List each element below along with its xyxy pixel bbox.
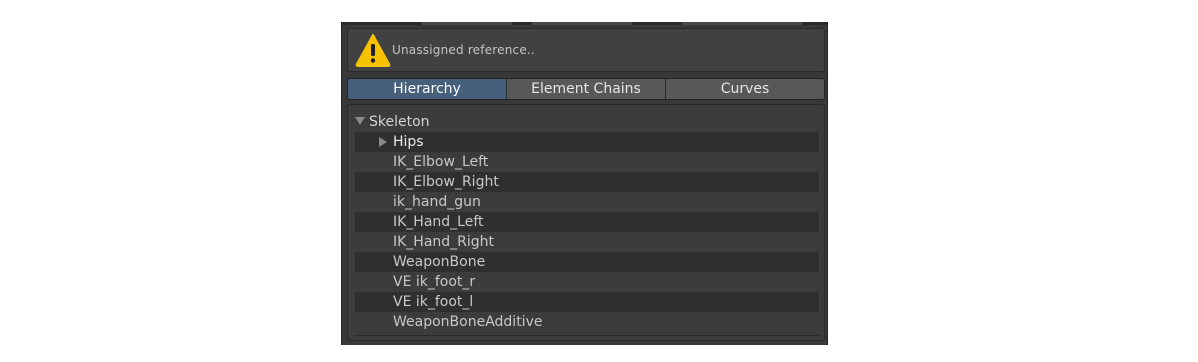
inspector-panel: Unassigned reference.. Hierarchy Element… [341, 22, 828, 345]
tree-rows: Hips IK_Elbow_Left IK_Elbow_Right ik_han… [355, 132, 819, 332]
tab-bar: Hierarchy Element Chains Curves [347, 78, 825, 100]
tree-item-label: VE ik_foot_r [393, 274, 476, 290]
warning-helpbox: Unassigned reference.. [347, 28, 825, 72]
tree-item-label: IK_Hand_Right [393, 234, 495, 250]
tree-item[interactable]: ik_hand_gun [355, 192, 819, 212]
collapsed-arrow-icon[interactable] [379, 137, 387, 147]
tree-item-label: IK_Elbow_Left [393, 154, 489, 170]
tree-item[interactable]: VE ik_foot_l [355, 292, 819, 312]
tree-root-label: Skeleton [369, 114, 430, 130]
hierarchy-tree: Skeleton Hips IK_Elbow_Left IK_Elbow_Rig… [347, 104, 825, 341]
tab-hierarchy[interactable]: Hierarchy [348, 79, 507, 99]
tree-item-hips[interactable]: Hips [355, 132, 819, 152]
tree-item[interactable]: IK_Hand_Right [355, 232, 819, 252]
tree-item-label: WeaponBoneAdditive [393, 314, 543, 330]
tree-item-label: IK_Elbow_Right [393, 174, 499, 190]
tree-item-label: WeaponBone [393, 254, 486, 270]
tree-item[interactable]: IK_Elbow_Right [355, 172, 819, 192]
tree-item-label: ik_hand_gun [393, 194, 481, 210]
tab-element-chains[interactable]: Element Chains [507, 79, 666, 99]
tree-root-skeleton[interactable]: Skeleton [355, 113, 430, 131]
top-strip [342, 22, 827, 25]
tree-item-label: VE ik_foot_l [393, 294, 474, 310]
tree-item-label: Hips [393, 134, 424, 150]
tree-item-label: IK_Hand_Left [393, 214, 484, 230]
tree-item[interactable]: WeaponBone [355, 252, 819, 272]
tree-item[interactable]: IK_Elbow_Left [355, 152, 819, 172]
tree-item[interactable]: IK_Hand_Left [355, 212, 819, 232]
expanded-arrow-icon[interactable] [355, 117, 365, 125]
tree-item[interactable]: WeaponBoneAdditive [355, 312, 819, 332]
warning-icon [355, 34, 391, 67]
tab-curves[interactable]: Curves [666, 79, 824, 99]
warning-message: Unassigned reference.. [392, 43, 535, 57]
tree-item[interactable]: VE ik_foot_r [355, 272, 819, 292]
tree-divider [355, 335, 819, 336]
